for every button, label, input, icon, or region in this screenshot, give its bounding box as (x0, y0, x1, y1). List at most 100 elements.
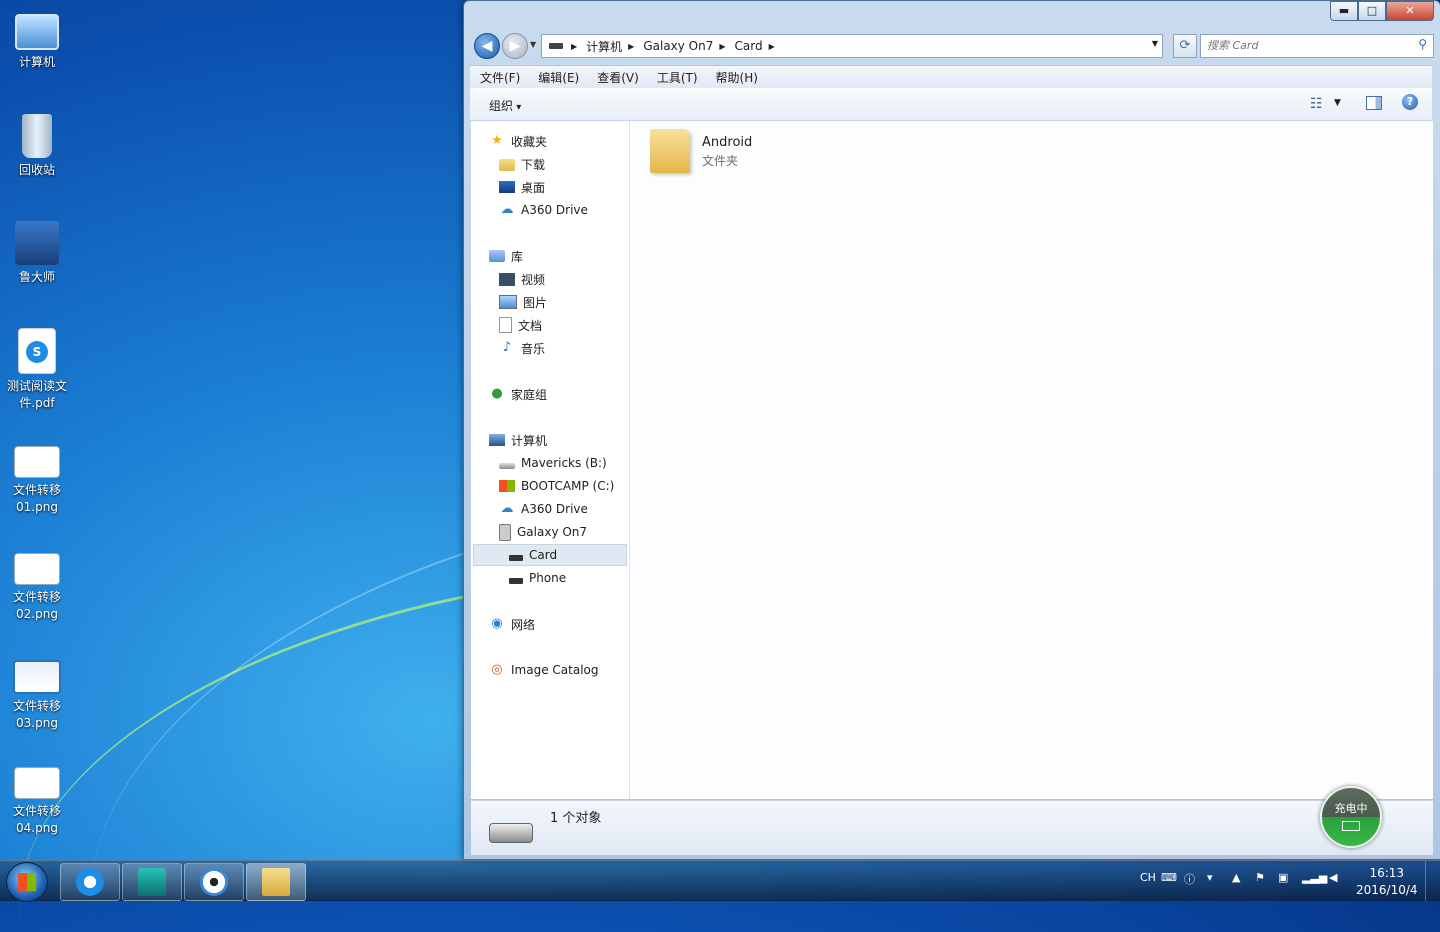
file-list: Android 文件夹 (630, 121, 1433, 799)
details-pane: 1 个对象 (471, 800, 1433, 855)
desktop-icon-png-03[interactable]: 文件转移03.png (4, 650, 70, 732)
nav-music[interactable]: ♪ 音乐 (499, 337, 545, 359)
nav-a360-drive-computer[interactable]: ☁ A360 Drive (499, 498, 588, 520)
nav-bootcamp[interactable]: BOOTCAMP (C:) (499, 475, 614, 497)
back-button[interactable]: ◀ (474, 33, 500, 59)
list-item[interactable]: Android 文件夹 (650, 129, 752, 173)
nav-documents[interactable]: 文档 (499, 314, 542, 336)
action-center-icon[interactable]: ⚑ (1255, 871, 1265, 884)
nav-homegroup[interactable]: ● 家庭组 (489, 383, 547, 405)
organize-button[interactable]: 组织 (489, 97, 521, 114)
menu-help[interactable]: 帮助(H) (706, 69, 766, 86)
nav-network[interactable]: ◉ 网络 (489, 613, 535, 635)
library-icon (489, 250, 505, 262)
drive-icon (499, 462, 515, 469)
pdf-reader-icon (76, 868, 104, 896)
address-dropdown-icon[interactable]: ▼ (1152, 39, 1158, 48)
help-button[interactable]: ? (1402, 94, 1418, 110)
charging-badge[interactable]: 充电中 (1320, 786, 1382, 848)
breadcrumb-galaxy-on7[interactable]: Galaxy On7 ▶ (643, 39, 734, 53)
nav-favorites[interactable]: ★ 收藏夹 (489, 130, 547, 152)
navigation-pane: ★ 收藏夹 下载 桌面 ☁ A360 Drive 库 视频 图片 文档 ♪ 音乐 ● 家… (471, 121, 630, 799)
nav-pictures[interactable]: 图片 (499, 291, 547, 313)
volume-icon[interactable]: ◀ (1329, 871, 1337, 884)
chevron-right-icon: ▶ (768, 41, 775, 51)
close-button[interactable]: ✕ (1386, 1, 1434, 21)
cloud-icon: ☁ (500, 202, 514, 217)
storage-card-icon (509, 555, 523, 561)
keyboard-icon[interactable]: ⌨ (1161, 871, 1177, 884)
desktop-icon-label: 文件转移02.png (12, 590, 61, 621)
video-icon (499, 272, 515, 286)
search-input[interactable] (1201, 35, 1409, 55)
nav-libraries[interactable]: 库 (489, 245, 523, 267)
nav-phone[interactable]: Phone (509, 567, 566, 589)
taskbar-app-3dsmax[interactable] (122, 863, 182, 901)
file-type: 文件夹 (702, 154, 739, 168)
desktop-icon-computer[interactable]: 计算机 (4, 8, 70, 71)
forward-button[interactable]: ▶ (502, 33, 528, 59)
address-bar[interactable]: ▶ 计算机 ▶ Galaxy On7 ▶ Card ▶ ▼ (541, 34, 1163, 58)
desktop-icon-png-04[interactable]: 文件转移04.png (4, 757, 70, 837)
refresh-button[interactable]: ⟳ (1173, 34, 1197, 58)
cloud-icon: ☁ (500, 501, 514, 516)
search-icon[interactable]: ⚲ (1418, 37, 1427, 51)
help-tray-icon[interactable]: ⓘ (1184, 871, 1195, 887)
desktop-icon-label: 计算机 (18, 55, 55, 69)
taskbar-app-explorer[interactable] (246, 863, 306, 901)
desktop-icon-png-01[interactable]: 文件转移01.png (4, 436, 70, 516)
storage-card-icon (509, 578, 523, 584)
breadcrumb-card[interactable]: Card ▶ (735, 39, 784, 53)
homegroup-icon: ● (491, 386, 503, 401)
desktop-icon-label: 测试阅读文件.pdf (6, 379, 67, 410)
recent-pages-dropdown[interactable]: ▼ (530, 40, 536, 49)
clock[interactable]: 16:13 2016/10/4 (1356, 865, 1418, 899)
nav-card[interactable]: Card (509, 544, 557, 566)
menu-edit[interactable]: 编辑(E) (528, 69, 587, 86)
menu-tools[interactable]: 工具(T) (647, 69, 706, 86)
desktop-icon-label: 文件转移04.png (12, 804, 61, 835)
breadcrumb-computer[interactable]: 计算机 ▶ (586, 38, 643, 55)
preview-pane-button[interactable] (1366, 96, 1382, 110)
explorer-window: ▬ □ ✕ ◀ ▶ ▼ ▶ 计算机 ▶ Galaxy On7 ▶ Card ▶ ▼ ⟳… (463, 0, 1440, 860)
taskbar-app-weibo[interactable] (184, 863, 244, 901)
show-desktop-button[interactable] (1425, 861, 1440, 901)
ime-options-icon[interactable]: ▾ (1207, 871, 1213, 884)
nav-mavericks[interactable]: Mavericks (B:) (499, 452, 607, 474)
nav-computer[interactable]: 计算机 (489, 429, 547, 451)
language-indicator[interactable]: CH (1140, 871, 1156, 884)
menu-view[interactable]: 查看(V) (587, 69, 647, 86)
nav-downloads[interactable]: 下载 (499, 153, 545, 175)
nav-videos[interactable]: 视频 (499, 268, 545, 290)
downloads-folder-icon (499, 159, 515, 171)
show-hidden-icons-icon[interactable]: ▲ (1232, 871, 1240, 884)
music-icon: ♪ (502, 340, 512, 355)
change-view-icon[interactable]: ☷ (1310, 96, 1323, 112)
view-dropdown-icon[interactable]: ▼ (1334, 98, 1341, 108)
desktop-icon-ludashi[interactable]: 鲁大师 (4, 221, 70, 286)
start-button[interactable] (6, 862, 48, 902)
nav-galaxy-on7[interactable]: Galaxy On7 (499, 521, 587, 543)
picture-icon (499, 295, 517, 309)
signal-icon[interactable]: ▂▃▅ (1302, 871, 1327, 884)
image-thumbnail-icon (13, 660, 61, 694)
nav-image-catalog[interactable]: ◎ Image Catalog (489, 659, 598, 681)
menu-bar: 文件(F) 编辑(E) 查看(V) 工具(T) 帮助(H) (470, 65, 1432, 88)
minimize-button[interactable]: ▬ (1330, 1, 1358, 21)
menu-file[interactable]: 文件(F) (470, 69, 528, 86)
maximize-button[interactable]: □ (1358, 1, 1386, 21)
drive-icon (549, 43, 563, 49)
desktop-icon-recycle-bin[interactable]: 回收站 (4, 114, 70, 179)
nav-a360-drive[interactable]: ☁ A360 Drive (499, 199, 588, 221)
nav-desktop[interactable]: 桌面 (499, 176, 545, 198)
desktop-icon-png-02[interactable]: 文件转移02.png (4, 543, 70, 623)
desktop-icon-pdf[interactable]: S 测试阅读文件.pdf (4, 328, 70, 412)
desktop-icon-label: 回收站 (18, 163, 55, 177)
search-box[interactable]: ⚲ (1200, 34, 1434, 58)
folder-icon (650, 129, 690, 173)
chevron-right-icon[interactable]: ▶ (571, 42, 577, 51)
taskbar-app-pdf-reader[interactable] (60, 863, 120, 901)
command-bar: 组织 ☷ ▼ ? (470, 88, 1432, 121)
taskbar: CH ⌨ ⓘ ▾ ▲ ⚑ ▣ ▂▃▅ ◀ 16:13 2016/10/4 (0, 860, 1440, 902)
device-icon[interactable]: ▣ (1278, 871, 1288, 884)
